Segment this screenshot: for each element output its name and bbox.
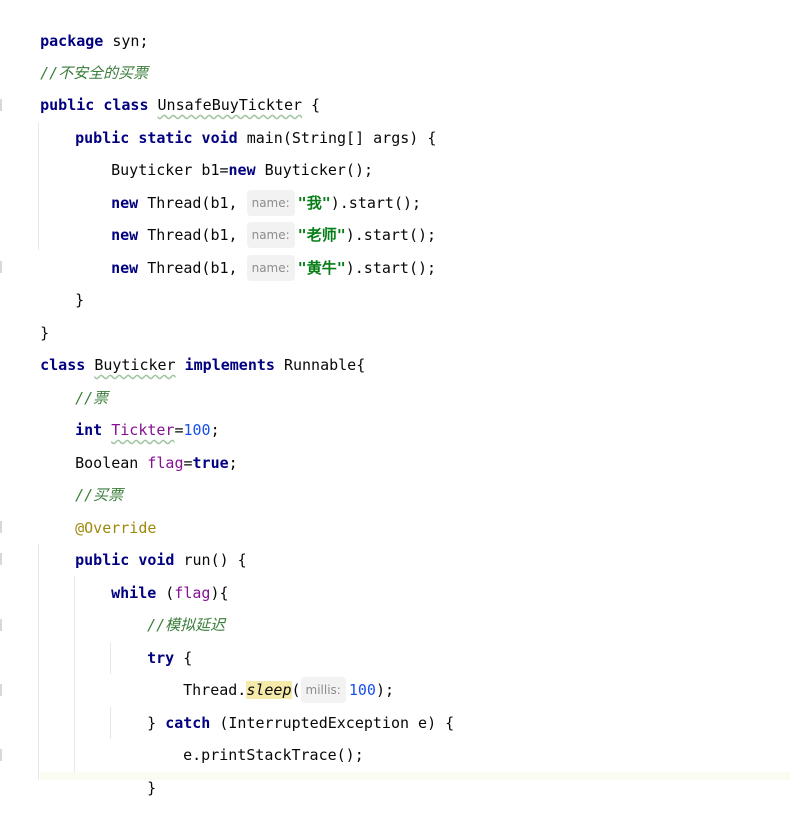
- code-text: =: [183, 454, 193, 472]
- code-text: }: [147, 779, 157, 797]
- code-text: e.printStackTrace();: [183, 746, 364, 764]
- fold-marker[interactable]: [0, 684, 2, 696]
- code-line[interactable]: Boolean flag=true;: [39, 415, 238, 472]
- code-line[interactable]: package syn;: [4, 0, 148, 50]
- parameter-hint: name:: [246, 254, 295, 281]
- code-line[interactable]: public void run() {: [39, 512, 247, 569]
- code-line[interactable]: @Override: [39, 480, 156, 537]
- code-line[interactable]: Thread.sleep(millis: 100);: [147, 642, 394, 703]
- code-text: ;: [228, 454, 238, 472]
- fold-marker[interactable]: [0, 521, 2, 533]
- keyword: new: [111, 259, 139, 277]
- code-line[interactable]: Buyticker b1=new Buyticker();: [75, 122, 373, 179]
- code-line[interactable]: try {: [111, 610, 192, 667]
- caret-row: [40, 772, 790, 780]
- code-line[interactable]: //模拟延迟: [111, 577, 225, 634]
- fold-marker[interactable]: [0, 749, 2, 761]
- code-line[interactable]: class Buyticker implements Runnable{: [4, 317, 365, 374]
- code-line[interactable]: new Thread(b1, name: "黄牛").start();: [75, 220, 436, 281]
- code-line[interactable]: }: [39, 252, 84, 309]
- keyword: implements: [184, 356, 275, 374]
- code-line[interactable]: //不安全的买票: [4, 25, 148, 82]
- fold-marker[interactable]: [0, 553, 2, 565]
- code-text: Runnable{: [274, 356, 366, 374]
- code-line[interactable]: new Thread(b1, name: "我").start();: [75, 155, 421, 216]
- code-line[interactable]: }: [4, 285, 49, 342]
- field-name: flag: [147, 454, 184, 472]
- code-line[interactable]: e.printStackTrace();: [147, 707, 364, 764]
- code-text: }: [75, 291, 85, 309]
- string-literal: "黄牛": [297, 259, 346, 277]
- code-line[interactable]: public class UnsafeBuyTickter {: [4, 57, 320, 114]
- code-line[interactable]: public static void main(String[] args) {: [39, 90, 436, 147]
- code-line[interactable]: //票: [39, 350, 108, 407]
- code-line[interactable]: int Tickter=100;: [39, 382, 220, 439]
- code-editor[interactable]: package syn; //不安全的买票 public class Unsaf…: [0, 0, 790, 797]
- code-text: Thread(b1,: [138, 259, 247, 277]
- code-line[interactable]: new Thread(b1, name: "老师").start();: [75, 187, 436, 248]
- fold-marker[interactable]: [0, 99, 2, 111]
- fold-marker[interactable]: [0, 261, 2, 273]
- code-line[interactable]: while (flag){: [75, 545, 228, 602]
- code-line[interactable]: } catch (InterruptedException e) {: [111, 675, 454, 732]
- code-text: ).start();: [345, 259, 437, 277]
- code-line[interactable]: }: [111, 740, 156, 797]
- keyword: true: [192, 454, 229, 472]
- fold-marker[interactable]: [0, 619, 2, 631]
- code-line[interactable]: //买票: [39, 447, 123, 504]
